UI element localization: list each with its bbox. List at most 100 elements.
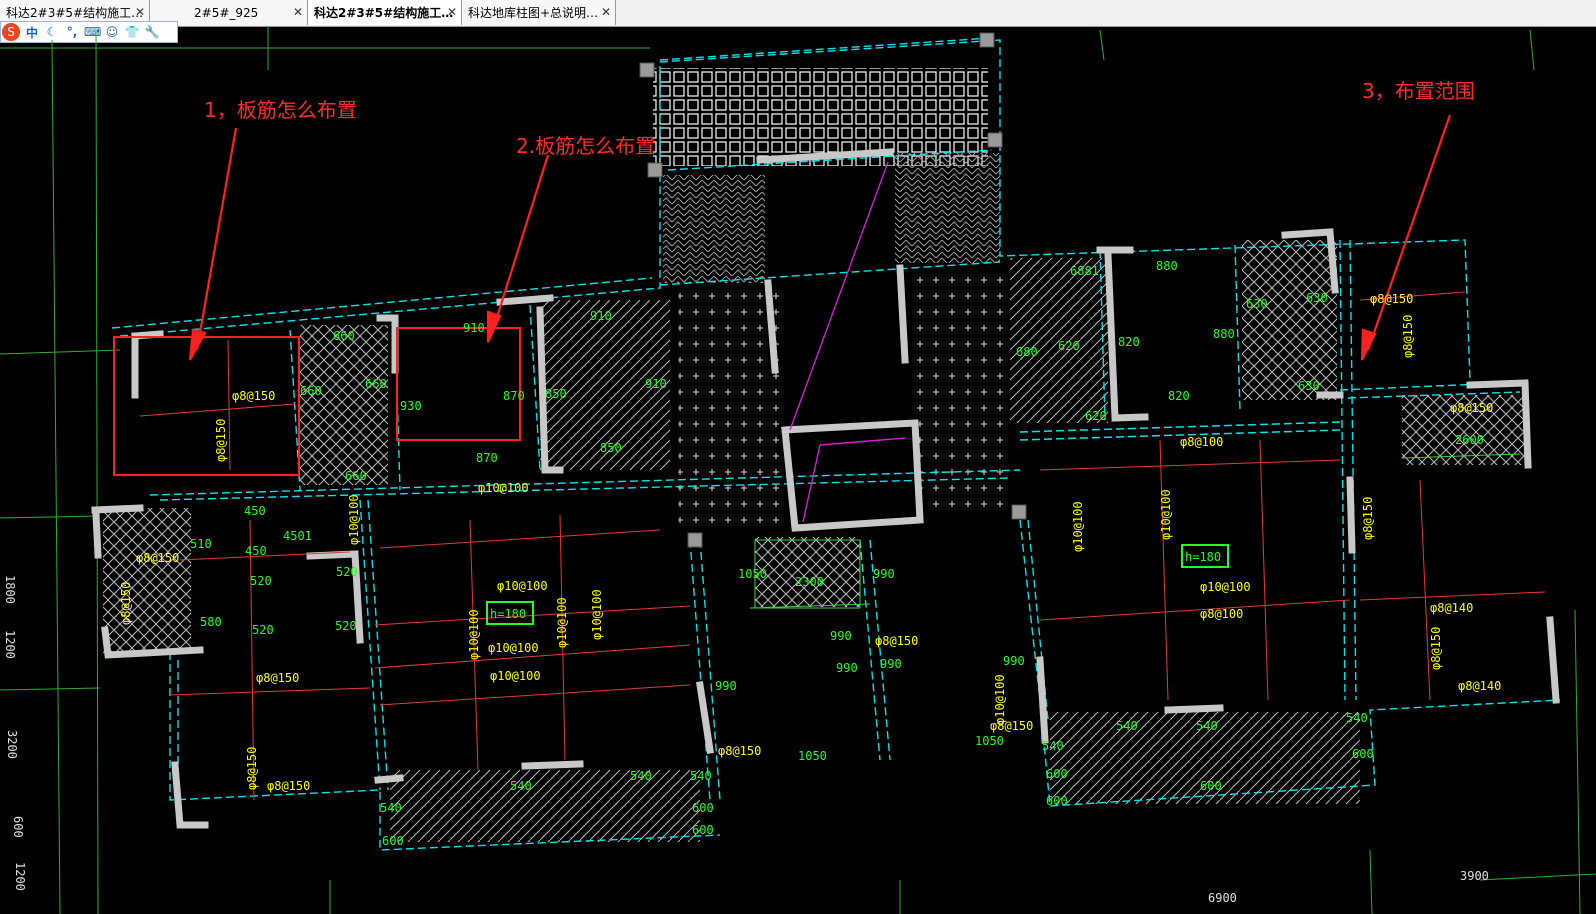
document-tab-bar: 科达2#3#5#结构施工… ✕ 2#5#_925 ✕ 科达2#3#5#结构施工…… [0,0,1596,27]
rebar-label: φ8@100 [1200,607,1243,621]
rebar-label: φ8@150 [1370,292,1413,306]
dim-label: 870 [503,389,525,403]
rebar-label: φ10@100 [478,481,529,495]
dim-label: 620 [1085,409,1107,423]
dim-label: 630 [1306,291,1328,305]
rebar-label: φ8@150 [875,634,918,648]
stair-lines [789,161,906,523]
tab-label: 科达地库柱图+总说明… [468,6,599,20]
axis-dim-label: 6900 [1208,891,1237,905]
dim-label: 630 [1298,379,1320,393]
rebar-label: φ8@150 [256,671,299,685]
dim-label: 540 [1346,711,1368,725]
rebar-label: φ8@150 [119,582,133,625]
close-icon[interactable]: ✕ [293,5,303,19]
dim-label: 600 [692,801,714,815]
dim-label: 850 [545,387,567,401]
dim-label: 990 [1003,654,1025,668]
dim-label: 540 [1042,739,1064,753]
axis-dim-label: 3200 [5,730,19,759]
dim-label: 620 [1058,339,1080,353]
axis-dim-label: 1200 [13,862,27,891]
axis-dim-label: 3900 [1460,869,1489,883]
rebar-label: φ10@100 [1200,580,1251,594]
document-tab-3-active[interactable]: 科达2#3#5#结构施工… ✕ [308,0,462,25]
dim-label: 870 [476,451,498,465]
axis-dim-label: 600 [11,816,25,838]
rebar-label: φ10@100 [347,494,361,545]
cad-drawing-canvas[interactable]: φ8@150 φ8@150 φ10@100 φ10@100 φ10@100 φ1… [0,26,1596,914]
rebar-label: φ10@100 [1159,489,1173,540]
dim-label: 910 [645,377,667,391]
dim-label: 660 [345,469,367,483]
close-icon[interactable]: ✕ [447,5,457,19]
rebar-label: φ8@150 [245,747,259,790]
rebar-label: φ8@150 [990,719,1033,733]
rebar-label: φ8@150 [1401,315,1415,358]
dim-label: 910 [590,309,612,323]
rebar-label: φ8@150 [1450,401,1493,415]
dim-label: 880 [1156,259,1178,273]
dim-label: 660 [333,329,355,343]
annotation-3: 3，布置范围 [1362,79,1475,103]
dim-label: 2300 [795,575,824,589]
dim-label: 520 [336,565,358,579]
dim-label: 6881 [1070,264,1099,278]
dim-label: 820 [1118,335,1140,349]
dim-label: 2600 [1455,433,1484,447]
rebar-label: φ10@100 [1071,501,1085,552]
dim-label: 1050 [798,749,827,763]
dim-label: 540 [1116,719,1138,733]
hatched-slabs [103,68,1527,842]
dim-label: 540 [690,769,712,783]
tab-label: 科达2#3#5#结构施工… [6,6,144,20]
dim-label: 600 [1046,767,1068,781]
dim-label: 600 [1200,779,1222,793]
tab-label: 2#5#_925 [194,5,259,20]
dim-label: 580 [200,615,222,629]
dim-label: 910 [463,321,485,335]
dim-label: 630 [1246,297,1268,311]
thickness-label: h=180 [490,607,526,621]
annotation-1: 1，板筋怎么布置 [204,98,357,122]
close-icon[interactable]: ✕ [601,5,611,19]
annotation-2: 2.板筋怎么布置 [516,134,656,158]
rebar-label: φ10@100 [467,609,481,660]
dim-label: 450 [245,544,267,558]
rebar-label: φ8@150 [232,389,275,403]
dim-label: 880 [1213,327,1235,341]
dim-label: 1050 [975,734,1004,748]
rebar-label: φ8@140 [1458,679,1501,693]
dim-label: 850 [600,441,622,455]
dim-label: 990 [715,679,737,693]
rebar-label: φ10@100 [555,597,569,648]
thickness-label: h=180 [1185,550,1221,564]
dim-label: 4501 [283,529,312,543]
dim-label: 520 [252,623,274,637]
rebar-label: φ8@100 [1180,435,1223,449]
dim-label: 680 [1016,345,1038,359]
dim-label: 450 [244,504,266,518]
dim-label: 600 [382,834,404,848]
dim-label: 660 [300,384,322,398]
rebar-label: φ10@100 [993,674,1007,725]
close-icon[interactable]: ✕ [135,5,145,19]
dim-label: 600 [692,823,714,837]
dim-label: 540 [380,801,402,815]
rebar-label: φ8@150 [267,779,310,793]
rebar-label: φ8@150 [136,551,179,565]
dim-label: 520 [250,574,272,588]
axis-dim-label: 1800 [3,575,17,604]
dim-label: 1050 [738,567,767,581]
dim-label: 990 [830,629,852,643]
dim-label: 520 [335,619,357,633]
dim-label: 600 [1046,794,1068,808]
axis-dim-label: 1200 [3,630,17,659]
tab-label: 科达2#3#5#结构施工… [314,6,454,20]
rebar-label: φ8@140 [1430,601,1473,615]
document-tab-4[interactable]: 科达地库柱图+总说明… ✕ [462,0,616,25]
rebar-label: φ10@100 [590,589,604,640]
rebar-label: φ8@150 [1429,627,1443,670]
dim-label: 660 [365,377,387,391]
dim-label: 540 [1196,719,1218,733]
